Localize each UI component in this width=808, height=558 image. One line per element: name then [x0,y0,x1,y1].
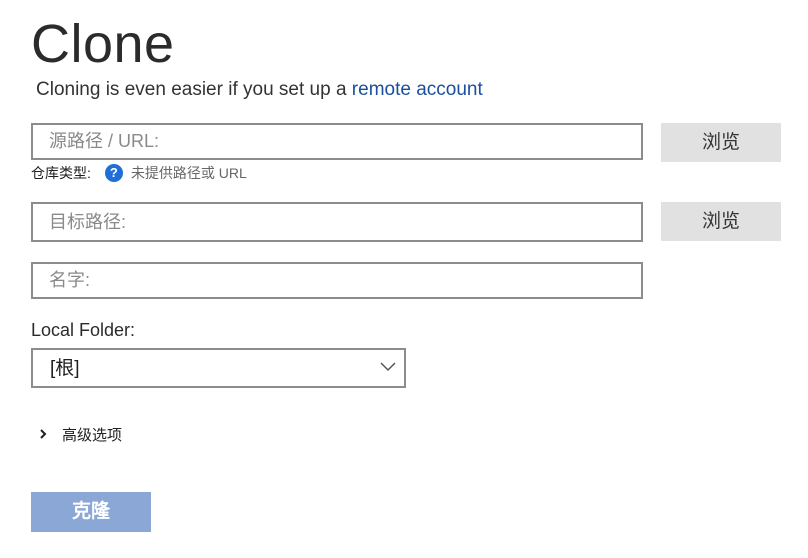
advanced-options-toggle[interactable]: 高级选项 [38,423,122,445]
subtitle: Cloning is even easier if you set up a r… [36,78,483,102]
name-field [31,262,643,299]
subtitle-text: Cloning is even easier if you set up a [36,79,352,100]
clone-button[interactable]: 克隆 [31,492,151,532]
question-circle-icon[interactable]: ? [104,164,123,182]
chevron-right-icon [40,429,47,439]
advanced-options-label: 高级选项 [62,426,123,444]
source-path-field [31,123,643,160]
local-folder-selected: [根] [50,358,80,379]
local-folder-dropdown[interactable]: [根] [31,348,406,388]
chevron-down-icon [380,362,396,372]
name-input[interactable] [33,264,641,297]
source-browse-button[interactable]: 浏览 [661,123,781,162]
remote-account-link[interactable]: remote account [352,79,483,100]
repo-type-status: 未提供路径或 URL [130,165,247,181]
repo-type-label: 仓库类型: [31,165,91,181]
page-title: Clone [31,14,175,74]
clone-dialog: Clone Cloning is even easier if you set … [0,0,808,558]
target-path-input[interactable] [33,204,641,240]
local-folder-label: Local Folder: [31,320,136,340]
source-path-input[interactable] [33,125,641,158]
target-path-field [31,202,643,242]
repo-type-row: 仓库类型: ? 未提供路径或 URL [31,163,247,183]
target-browse-button[interactable]: 浏览 [661,202,781,241]
